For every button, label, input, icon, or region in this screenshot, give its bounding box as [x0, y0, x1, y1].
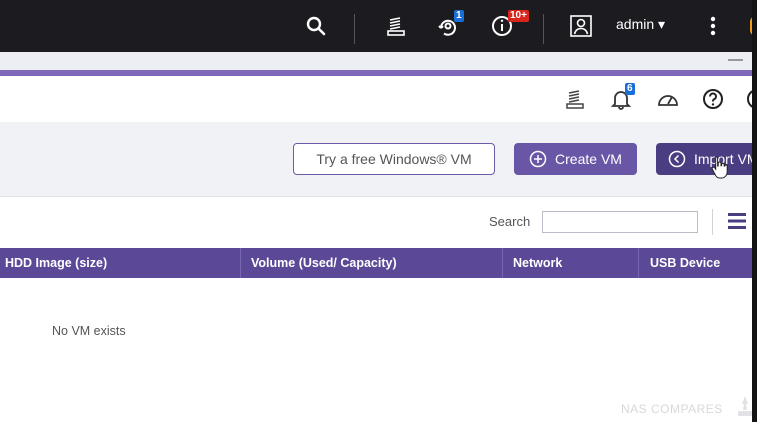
topbar-divider [543, 14, 544, 44]
column-header-volume[interactable]: Volume (Used/ Capacity) [246, 248, 502, 278]
window-titlebar [0, 52, 757, 70]
minimize-button[interactable]: — [728, 52, 743, 70]
search-divider [712, 209, 713, 235]
window-edge [752, 0, 757, 422]
column-header-network[interactable]: Network [508, 248, 638, 278]
column-header-usb-device[interactable]: USB Device [645, 248, 757, 278]
create-vm-label: Create VM [555, 151, 622, 167]
search-input[interactable] [542, 211, 698, 233]
column-divider [240, 248, 241, 278]
task-stack-icon[interactable] [562, 86, 588, 112]
import-circle-icon [668, 150, 686, 168]
user-icon[interactable] [567, 12, 595, 40]
search-icon[interactable] [302, 12, 330, 40]
info-icon[interactable]: 10+ [488, 10, 529, 40]
notification-badge: 1 [454, 10, 464, 22]
bell-icon[interactable]: 6 [608, 83, 635, 112]
topbar-divider [354, 14, 355, 44]
import-vm-button[interactable]: Import VM [656, 143, 757, 175]
help-icon[interactable] [700, 86, 726, 112]
try-free-windows-vm-button[interactable]: Try a free Windows® VM [293, 143, 495, 175]
create-vm-button[interactable]: Create VM [514, 143, 637, 175]
more-vertical-icon[interactable] [699, 12, 727, 40]
search-label: Search [489, 214, 531, 229]
try-free-windows-vm-label: Try a free Windows® VM [316, 151, 472, 167]
user-menu[interactable]: admin ▾ [616, 16, 665, 33]
list-menu-icon[interactable] [726, 210, 748, 232]
column-header-hdd-image[interactable]: HDD Image (size) [0, 248, 240, 278]
hand-cursor-icon [710, 155, 730, 179]
empty-table-message: No VM exists [52, 324, 126, 338]
alerts-badge: 6 [625, 83, 635, 95]
plus-circle-icon [529, 150, 547, 168]
column-divider [502, 248, 503, 278]
notification-icon[interactable]: 1 [434, 10, 464, 40]
resource-monitor-icon[interactable] [655, 86, 681, 112]
watermark: NAS COMPARES [621, 402, 723, 416]
app-toolbar [0, 76, 757, 122]
task-stack-icon[interactable] [382, 12, 410, 40]
events-badge: 10+ [508, 10, 529, 22]
column-divider [638, 248, 639, 278]
